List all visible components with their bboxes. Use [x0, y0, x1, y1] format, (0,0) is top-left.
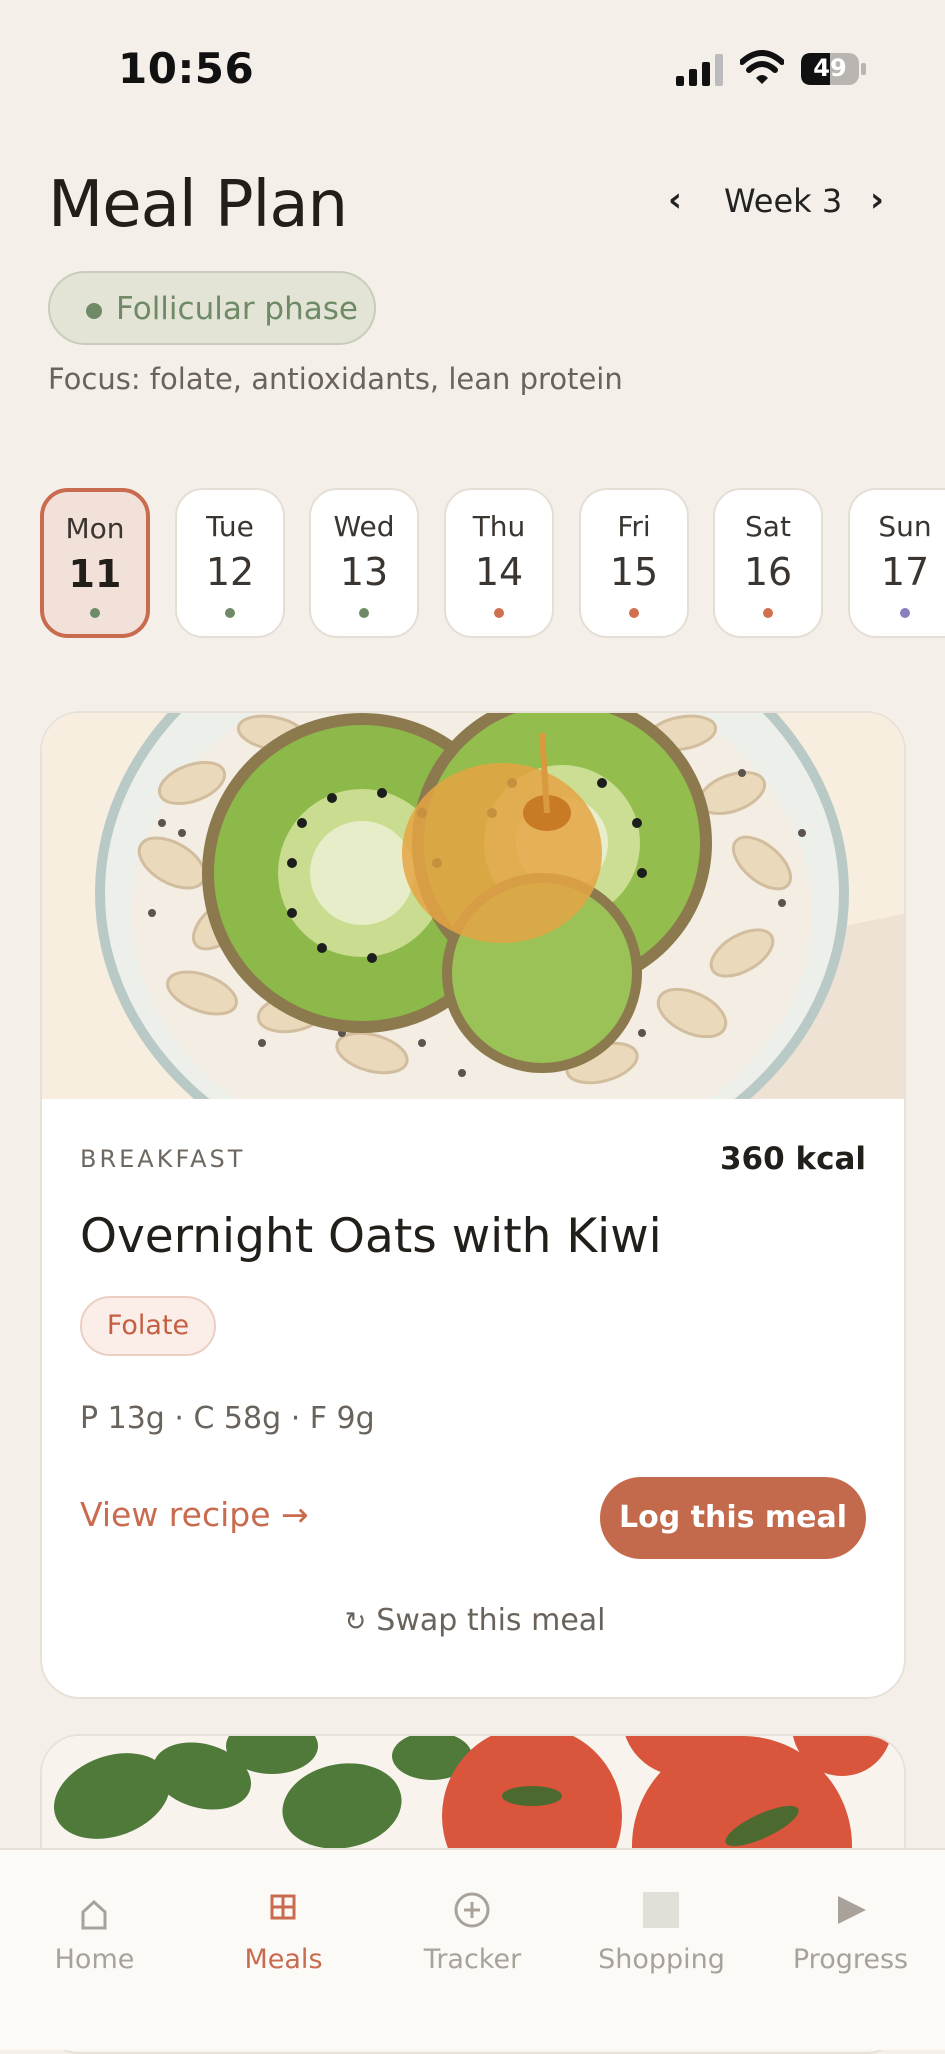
tab-label: Home: [54, 1944, 135, 1975]
tab-label: Progress: [792, 1944, 909, 1975]
day-number: 12: [205, 550, 255, 594]
tab-shopping[interactable]: Shopping: [567, 1850, 756, 2050]
day-indicator-dot: [629, 608, 639, 618]
day-name: Tue: [206, 510, 254, 543]
tab-tracker[interactable]: Tracker: [378, 1850, 567, 2050]
status-time: 10:56: [118, 44, 255, 93]
bottom-tab-bar: Home Meals Tracker Shopping Progress: [0, 1848, 945, 2050]
phase-focus-text: Focus: folate, antioxidants, lean protei…: [48, 362, 623, 396]
day-number: 15: [609, 550, 659, 594]
day-name: Sun: [878, 510, 932, 543]
day-number: 16: [743, 550, 793, 594]
day-indicator-dot: [763, 608, 773, 618]
battery-level: 49: [813, 54, 847, 82]
play-icon: [838, 1896, 866, 1924]
day-sat[interactable]: Sat 16: [713, 488, 823, 638]
meal-type-label: BREAKFAST: [80, 1145, 246, 1173]
day-name: Sat: [745, 510, 791, 543]
meal-card-breakfast: BREAKFAST 360 kcal Overnight Oats with K…: [40, 711, 906, 1699]
week-label: Week 3: [724, 182, 843, 220]
grid-icon: [270, 1894, 296, 1920]
swap-icon: ↻: [344, 1607, 367, 1637]
view-recipe-link[interactable]: View recipe →: [80, 1495, 309, 1534]
day-indicator-dot: [494, 608, 504, 618]
nutrient-tag: Folate: [80, 1296, 216, 1356]
day-number: 17: [880, 550, 930, 594]
tab-home[interactable]: Home: [0, 1850, 189, 2050]
tab-label: Meals: [244, 1944, 323, 1975]
day-name: Wed: [333, 510, 395, 543]
meal-macros: P 13g · C 58g · F 9g: [80, 1401, 375, 1436]
previous-week-button[interactable]: ‹: [668, 180, 682, 220]
signal-icon: [676, 54, 723, 86]
battery-icon: 49: [800, 52, 866, 86]
tab-progress[interactable]: Progress: [756, 1850, 945, 2050]
day-indicator-dot: [90, 608, 100, 618]
day-mon[interactable]: Mon 11: [40, 488, 150, 638]
meal-calories: 360 kcal: [719, 1141, 866, 1177]
next-week-button[interactable]: ›: [870, 180, 884, 220]
log-meal-button[interactable]: Log this meal: [600, 1477, 866, 1559]
day-indicator-dot: [359, 608, 369, 618]
day-number: 11: [68, 552, 122, 596]
tab-meals[interactable]: Meals: [189, 1850, 378, 2050]
phase-badge: Follicular phase: [48, 271, 376, 345]
day-number: 13: [339, 550, 389, 594]
home-icon: [81, 1899, 107, 1930]
day-number: 14: [474, 550, 524, 594]
day-sun[interactable]: Sun 17: [848, 488, 945, 638]
day-indicator-dot: [900, 608, 910, 618]
day-name: Thu: [472, 510, 526, 543]
day-fri[interactable]: Fri 15: [579, 488, 689, 638]
meal-title: Overnight Oats with Kiwi: [80, 1209, 662, 1264]
square-icon: [643, 1892, 679, 1928]
tab-label: Shopping: [598, 1944, 725, 1975]
tab-label: Tracker: [423, 1944, 522, 1975]
swap-meal-button[interactable]: ↻ Swap this meal: [42, 1603, 904, 1638]
day-wed[interactable]: Wed 13: [309, 488, 419, 638]
plus-circle-icon: [454, 1892, 490, 1928]
swap-meal-label: Swap this meal: [376, 1603, 606, 1638]
wifi-icon: [740, 50, 784, 84]
day-thu[interactable]: Thu 14: [444, 488, 554, 638]
day-name: Mon: [65, 512, 125, 545]
day-indicator-dot: [225, 608, 235, 618]
day-tue[interactable]: Tue 12: [175, 488, 285, 638]
meal-image: [42, 713, 904, 1099]
day-name: Fri: [617, 510, 651, 543]
phase-dot: [86, 303, 102, 319]
phase-label: Follicular phase: [116, 291, 358, 327]
page-title: Meal Plan: [48, 168, 348, 242]
